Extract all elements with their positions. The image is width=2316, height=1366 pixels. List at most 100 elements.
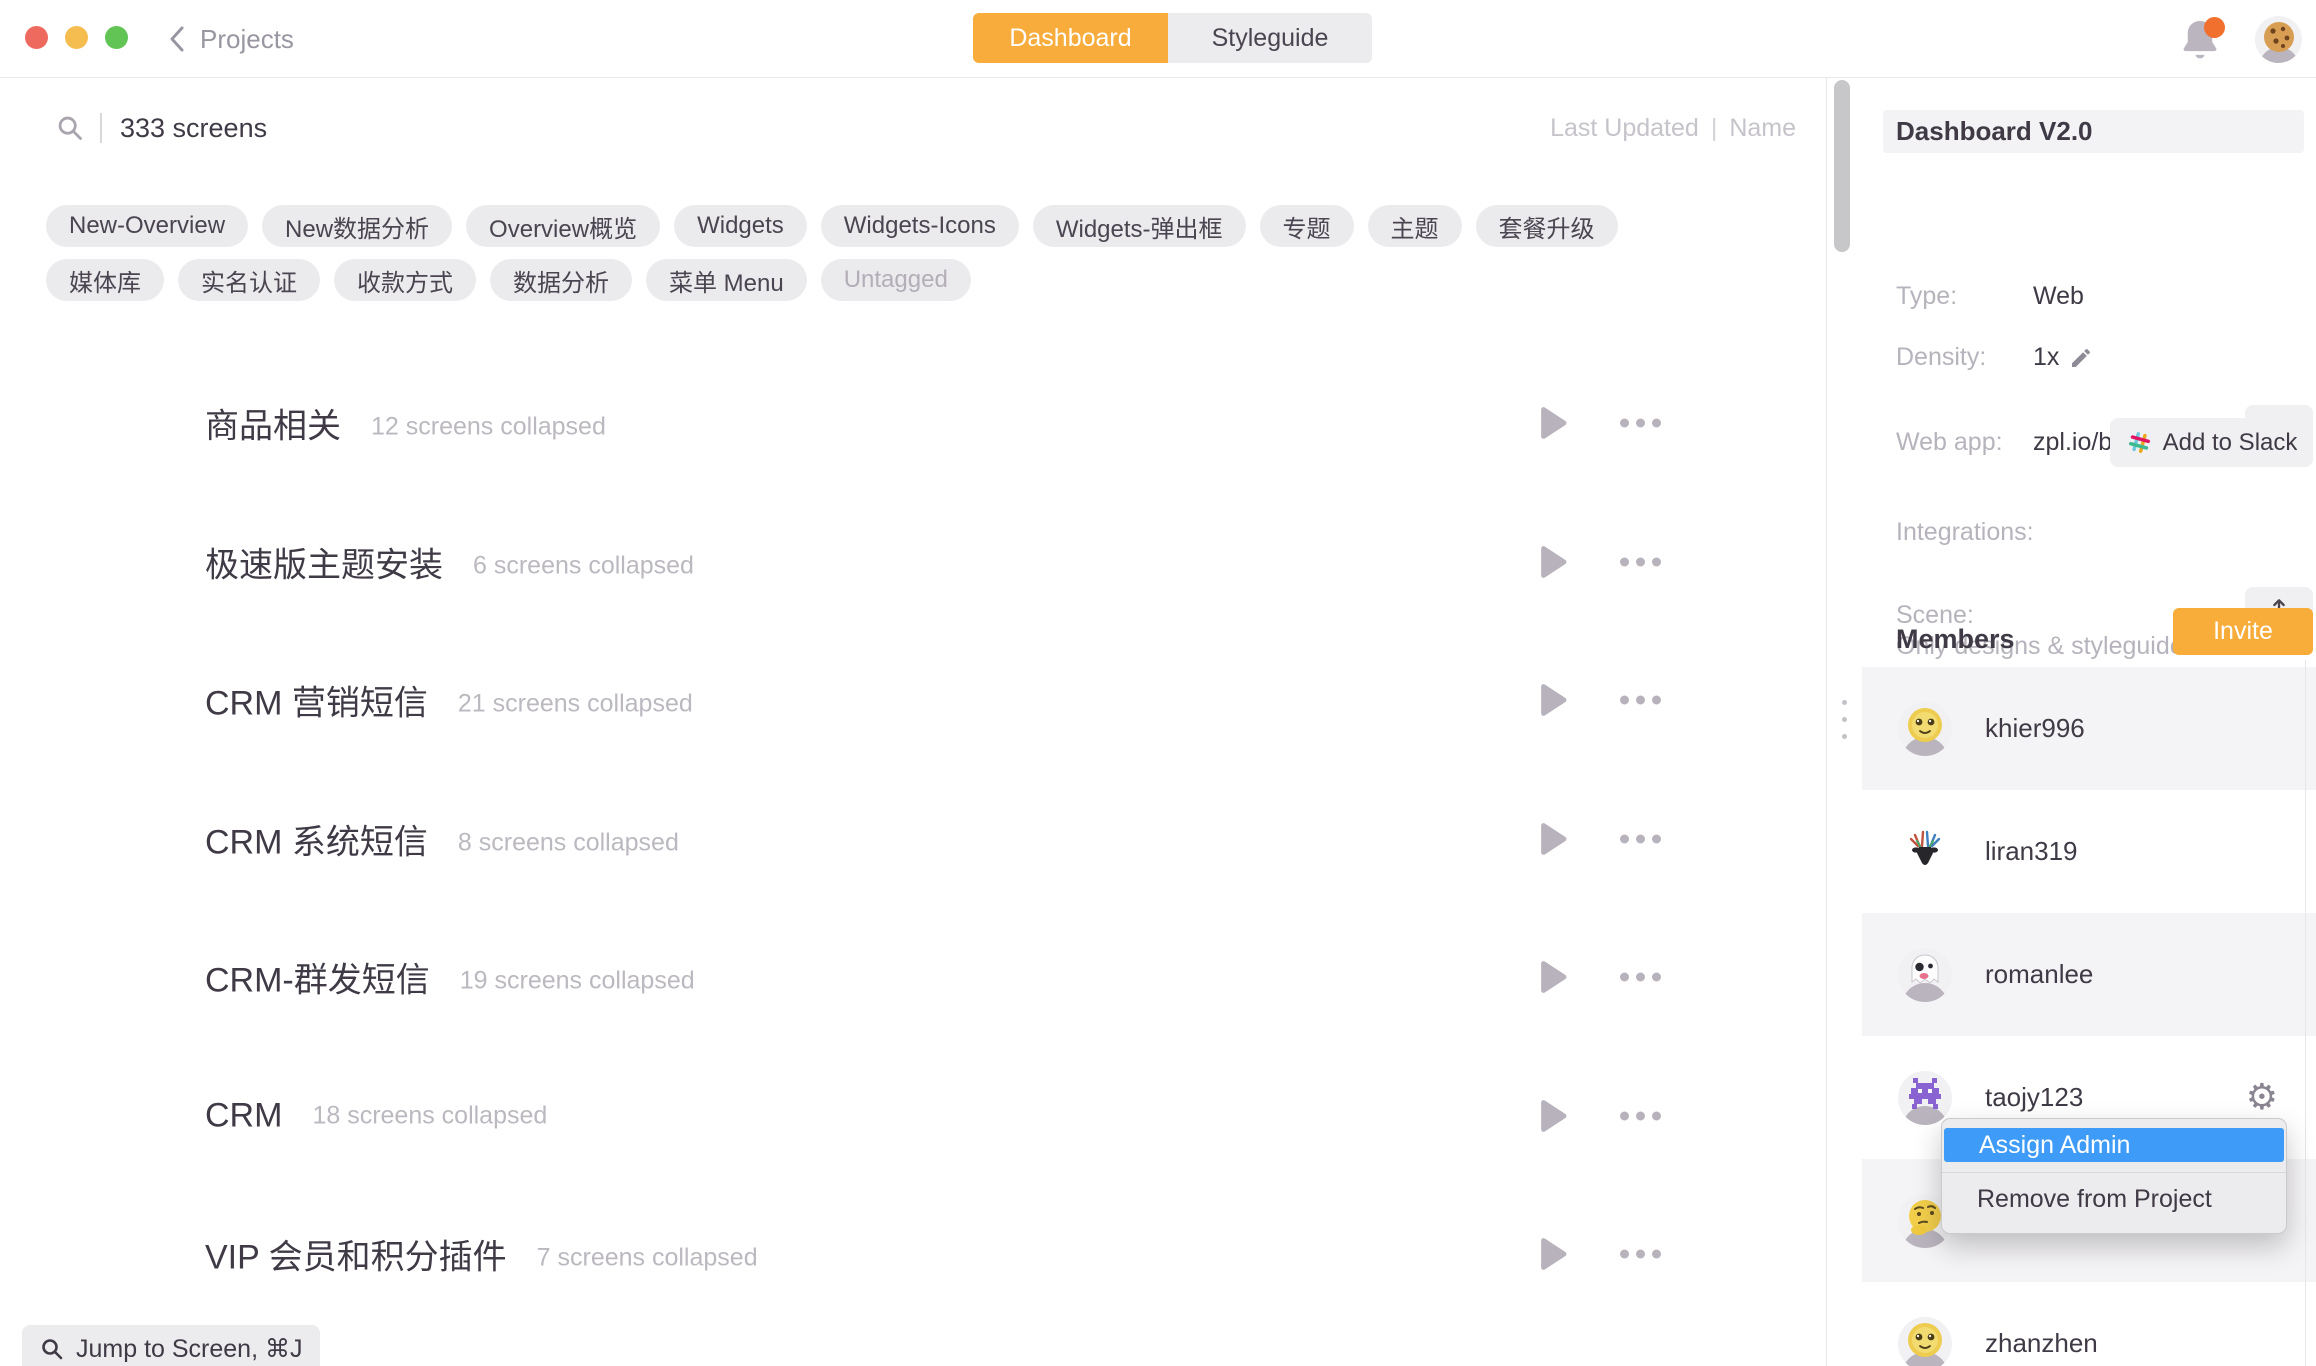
member-name: taojy123 xyxy=(1985,1082,2083,1113)
webapp-row: Web app: zpl.io/bAmLY... xyxy=(1896,428,2003,457)
invite-button[interactable]: Invite xyxy=(2173,608,2313,655)
search-icon[interactable] xyxy=(56,114,84,142)
integrations-row: Integrations: xyxy=(1896,518,2034,547)
zeplin-project-window: Projects Dashboard Styleguide xyxy=(0,0,2316,1366)
section-list: 商品相关12 screens collapsed 极速版主题安装6 screen… xyxy=(0,354,1826,1324)
expand-section-button[interactable] xyxy=(1536,543,1570,581)
member-settings-gear-icon[interactable]: ⚙ xyxy=(2246,1080,2278,1116)
project-title-field[interactable]: Dashboard V2.0 xyxy=(1883,110,2304,153)
section-more-button[interactable] xyxy=(1620,696,1661,705)
add-to-slack-button[interactable]: Add to Slack xyxy=(2110,418,2313,467)
type-row: Type: Web xyxy=(1896,282,1957,311)
jump-to-screen-button[interactable]: Jump to Screen, ⌘J xyxy=(22,1325,320,1366)
sort-last-updated[interactable]: Last Updated xyxy=(1550,114,1699,143)
notification-badge xyxy=(2204,17,2225,38)
section-row[interactable]: CRM 18 screens collapsed xyxy=(0,1047,1826,1186)
section-more-button[interactable] xyxy=(1620,419,1661,428)
tag-pill[interactable]: Widgets xyxy=(674,205,807,247)
member-row-liran319[interactable]: liran319 xyxy=(1862,790,2316,913)
section-count: 7 screens collapsed xyxy=(537,1244,758,1272)
alien-monster-icon xyxy=(1906,1074,1944,1112)
tag-filter-row-1: New-Overview New数据分析 Overview概览 Widgets … xyxy=(46,205,1618,247)
expand-section-button[interactable] xyxy=(1536,958,1570,996)
window-controls xyxy=(25,26,128,49)
expand-section-button[interactable] xyxy=(1536,820,1570,858)
scrollbar-thumb[interactable] xyxy=(1834,80,1850,252)
tag-pill[interactable]: 收款方式 xyxy=(334,259,476,301)
expand-section-button[interactable] xyxy=(1536,1235,1570,1273)
sort-options: Last Updated | Name xyxy=(1550,114,1796,143)
sort-name[interactable]: Name xyxy=(1729,114,1796,143)
section-count: 6 screens collapsed xyxy=(473,551,694,579)
tag-pill[interactable]: 实名认证 xyxy=(178,259,320,301)
search-icon xyxy=(40,1337,64,1361)
integrations-label: Integrations: xyxy=(1896,518,2034,546)
tag-pill[interactable]: 媒体库 xyxy=(46,259,164,301)
tab-styleguide[interactable]: Styleguide xyxy=(1168,13,1372,63)
tag-pill[interactable]: 套餐升级 xyxy=(1476,205,1618,247)
member-row-khier996[interactable]: khier996 xyxy=(1862,667,2316,790)
tag-pill[interactable]: New-Overview xyxy=(46,205,248,247)
tab-dashboard[interactable]: Dashboard xyxy=(973,13,1168,63)
minimize-window-button[interactable] xyxy=(65,26,88,49)
user-avatar-cookie[interactable] xyxy=(2255,16,2302,63)
section-count: 18 screens collapsed xyxy=(312,1101,547,1129)
section-title: CRM 系统短信 xyxy=(205,823,428,861)
screens-toolbar: 333 screens Last Updated | Name xyxy=(56,104,1796,152)
tag-pill[interactable]: Overview概览 xyxy=(466,205,660,247)
tag-pill[interactable]: Widgets-弹出框 xyxy=(1033,205,1246,247)
tag-pill[interactable]: New数据分析 xyxy=(262,205,452,247)
section-title: CRM xyxy=(205,1096,282,1134)
close-window-button[interactable] xyxy=(25,26,48,49)
section-more-button[interactable] xyxy=(1620,557,1661,566)
toolbar-divider xyxy=(100,113,102,143)
menu-item-remove-from-project[interactable]: Remove from Project xyxy=(1942,1182,2286,1216)
expand-section-button[interactable] xyxy=(1536,1097,1570,1135)
menu-separator xyxy=(1942,1172,2286,1173)
thinking-face-icon xyxy=(1905,1197,1945,1237)
section-row[interactable]: CRM 系统短信8 screens collapsed xyxy=(0,770,1826,909)
topbar-actions xyxy=(2179,0,2302,78)
breadcrumb-projects[interactable]: Projects xyxy=(168,0,294,78)
add-to-slack-label: Add to Slack xyxy=(2163,429,2298,457)
section-more-button[interactable] xyxy=(1620,1250,1661,1259)
section-row[interactable]: CRM-群发短信19 screens collapsed xyxy=(0,908,1826,1047)
expand-section-button[interactable] xyxy=(1536,681,1570,719)
tag-pill-untagged[interactable]: Untagged xyxy=(821,259,971,301)
breadcrumb-label: Projects xyxy=(200,24,294,55)
tag-pill[interactable]: Widgets-Icons xyxy=(821,205,1019,247)
member-avatar xyxy=(1898,825,1952,879)
section-more-button[interactable] xyxy=(1620,1111,1661,1120)
section-row[interactable]: VIP 会员和积分插件 7 screens collapsed xyxy=(0,1185,1826,1324)
member-avatar xyxy=(1898,702,1952,756)
tag-filter-row-2: 媒体库 实名认证 收款方式 数据分析 菜单 Menu Untagged xyxy=(46,259,971,301)
view-tabs: Dashboard Styleguide xyxy=(973,13,1372,63)
member-row-romanlee[interactable]: romanlee xyxy=(1862,913,2316,1036)
members-heading: Members xyxy=(1896,624,2015,655)
edit-pencil-icon[interactable] xyxy=(2069,346,2093,370)
zoom-window-button[interactable] xyxy=(105,26,128,49)
type-value: Web xyxy=(2033,282,2084,311)
ghost-icon xyxy=(1905,951,1945,991)
menu-item-assign-admin[interactable]: Assign Admin xyxy=(1944,1128,2284,1162)
sidebar-drag-handle[interactable] xyxy=(1842,700,1847,739)
section-more-button[interactable] xyxy=(1620,834,1661,843)
jump-to-screen-label: Jump to Screen, ⌘J xyxy=(76,1334,302,1364)
content-sidebar-divider xyxy=(1826,78,1827,1366)
section-row[interactable]: 商品相关12 screens collapsed xyxy=(0,354,1826,493)
member-row-zhanzhen[interactable]: zhanzhen xyxy=(1862,1282,2316,1366)
tag-pill[interactable]: 数据分析 xyxy=(490,259,632,301)
expand-section-button[interactable] xyxy=(1536,404,1570,442)
moon-face-icon xyxy=(1905,1320,1945,1360)
tag-pill[interactable]: 专题 xyxy=(1260,205,1354,247)
member-name: zhanzhen xyxy=(1985,1328,2098,1359)
section-row[interactable]: CRM 营销短信21 screens collapsed xyxy=(0,631,1826,770)
notifications-button[interactable] xyxy=(2179,15,2223,63)
section-more-button[interactable] xyxy=(1620,973,1661,982)
tag-pill[interactable]: 菜单 Menu xyxy=(646,259,807,301)
member-context-menu: Assign Admin Remove from Project xyxy=(1941,1118,2287,1234)
tag-pill[interactable]: 主题 xyxy=(1368,205,1462,247)
title-bar: Projects Dashboard Styleguide xyxy=(0,0,2316,78)
section-row[interactable]: 极速版主题安装6 screens collapsed xyxy=(0,493,1826,632)
section-title: VIP 会员和积分插件 xyxy=(205,1239,507,1277)
